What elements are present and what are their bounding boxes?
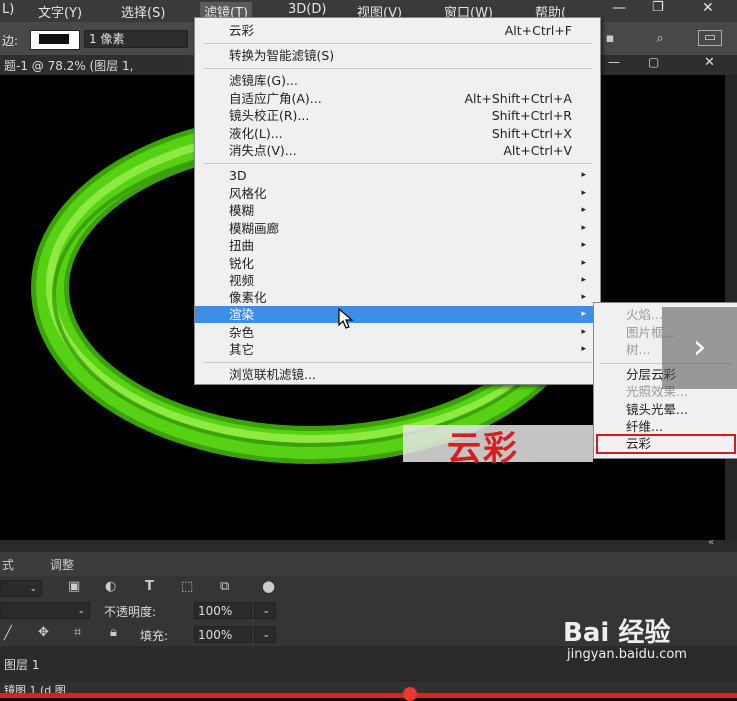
align-icon[interactable]: ▪: [600, 30, 620, 48]
document-title: 题-1 @ 78.2% (图层 1,: [4, 59, 134, 73]
annotation-label: 云彩: [403, 425, 593, 469]
menu-item-browse-online[interactable]: 浏览联机滤镜...: [195, 366, 600, 383]
layer-filter-row: ⌄ ▣ ◐ T ⬚ ⧉ ●: [0, 576, 737, 600]
menu-item-noise[interactable]: 杂色 ▸: [195, 324, 600, 341]
submenu-arrow-icon: ▸: [581, 170, 586, 180]
progress-knob[interactable]: [403, 687, 417, 701]
blend-mode-dropdown[interactable]: ⌄: [0, 602, 90, 619]
menu-item-filter-gallery[interactable]: 滤镜库(G)...: [195, 72, 600, 89]
next-slide-button[interactable]: ›: [662, 307, 737, 389]
stroke-label: 边:: [2, 34, 19, 48]
close-icon[interactable]: ✕: [702, 0, 714, 16]
menu-type[interactable]: 文字(Y): [38, 2, 82, 21]
move-lock-icon[interactable]: ✥: [38, 625, 49, 640]
menu-select[interactable]: 选择(S): [121, 2, 165, 21]
menu-item-clouds-last[interactable]: 云彩 Alt+Ctrl+F: [195, 22, 600, 39]
submenu-arrow-icon: ▸: [581, 188, 586, 198]
filter-toggle-icon[interactable]: ●: [262, 577, 275, 595]
fill-field[interactable]: 100%: [194, 626, 252, 643]
panel-collapse-bar[interactable]: «: [0, 537, 737, 552]
submenu-item-fibers[interactable]: 纤维...: [594, 418, 737, 435]
fill-label: 填充:: [140, 629, 169, 643]
minimize-icon[interactable]: —: [612, 0, 626, 16]
submenu-arrow-icon: ▸: [581, 240, 586, 250]
menu-item-other[interactable]: 其它 ▸: [195, 341, 600, 358]
panel-tabs: 式 调整: [0, 552, 737, 576]
opacity-dropdown[interactable]: ⌄: [254, 602, 276, 619]
submenu-arrow-icon: ▸: [581, 275, 586, 285]
lock-all-icon[interactable]: 🔒︎: [110, 625, 117, 640]
tab-adjustments[interactable]: 调整: [50, 556, 74, 573]
brush-icon[interactable]: ╱: [4, 626, 12, 641]
menu-item-blur-gallery[interactable]: 模糊画廊 ▸: [195, 220, 600, 237]
restore-icon[interactable]: ❐: [652, 0, 664, 15]
submenu-item-clouds[interactable]: 云彩: [596, 434, 736, 454]
submenu-item-lens-flare[interactable]: 镜头光晕...: [594, 401, 737, 418]
menu-item-blur[interactable]: 模糊 ▸: [195, 202, 600, 219]
filter-kind-dropdown[interactable]: ⌄: [0, 580, 42, 597]
smart-object-filter-icon[interactable]: ⧉: [220, 579, 229, 594]
image-filter-icon[interactable]: ▣: [68, 579, 80, 594]
filter-menu: 云彩 Alt+Ctrl+F 转换为智能滤镜(S) 滤镜库(G)... 自适应广角(…: [194, 17, 601, 385]
submenu-arrow-icon: ▸: [581, 223, 586, 233]
fill-dropdown[interactable]: ⌄: [254, 626, 276, 643]
artboard-lock-icon[interactable]: ⌗: [74, 625, 81, 640]
menu-item-render[interactable]: 渲染 ▸: [195, 306, 600, 323]
collapse-icon[interactable]: «: [708, 537, 714, 548]
stroke-color-swatch[interactable]: [30, 30, 80, 50]
video-progress-bar[interactable]: [0, 693, 737, 698]
menu-separator: [203, 68, 592, 69]
menu-item-stylize[interactable]: 风格化 ▸: [195, 185, 600, 202]
adjustment-filter-icon[interactable]: ◐: [105, 579, 116, 594]
menu-item-liquify[interactable]: 液化(L)... Shift+Ctrl+X: [195, 125, 600, 142]
workspace-icon[interactable]: ▭: [698, 30, 722, 46]
menu-item-distort[interactable]: 扭曲 ▸: [195, 237, 600, 254]
baidu-watermark: Bai 经验 jingyan.baidu.com: [553, 612, 737, 672]
opacity-label: 不透明度:: [104, 605, 157, 619]
menu-item-3d[interactable]: 3D ▸: [195, 167, 600, 184]
submenu-arrow-icon: ▸: [581, 327, 586, 337]
submenu-arrow-icon: ▸: [581, 309, 586, 319]
shape-filter-icon[interactable]: ⬚: [181, 579, 193, 594]
doc-close-icon[interactable]: ✕: [704, 55, 715, 70]
chevron-right-icon: ›: [692, 327, 707, 367]
annotation-text: 云彩: [447, 429, 519, 469]
submenu-arrow-icon: ▸: [581, 344, 586, 354]
menu-separator: [203, 362, 592, 363]
search-icon[interactable]: ⌕: [650, 30, 670, 48]
submenu-arrow-icon: ▸: [581, 258, 586, 268]
menu-item-sharpen[interactable]: 锐化 ▸: [195, 255, 600, 272]
menu-item-lens-correction[interactable]: 镜头校正(R)... Shift+Ctrl+R: [195, 107, 600, 124]
menu-3d[interactable]: 3D(D): [288, 2, 326, 17]
layer-name: 图层 1: [4, 658, 40, 672]
submenu-arrow-icon: ▸: [581, 205, 586, 215]
menu-separator: [203, 43, 592, 44]
stroke-width-field[interactable]: 1 像素: [84, 30, 188, 48]
menu-separator: [203, 163, 592, 164]
menu-edit[interactable]: L): [2, 2, 14, 17]
doc-minimize-icon[interactable]: —: [608, 55, 620, 69]
submenu-arrow-icon: ▸: [581, 292, 586, 302]
watermark-brand: Bai 经验: [563, 618, 671, 648]
menu-item-vanishing-point[interactable]: 消失点(V)... Alt+Ctrl+V: [195, 142, 600, 159]
menu-item-adaptive-wide-angle[interactable]: 自适应广角(A)... Alt+Shift+Ctrl+A: [195, 90, 600, 107]
tab-styles[interactable]: 式: [2, 556, 14, 573]
doc-restore-icon[interactable]: ▢: [648, 55, 659, 69]
menu-item-pixelate[interactable]: 像素化 ▸: [195, 289, 600, 306]
menu-item-video[interactable]: 视频 ▸: [195, 272, 600, 289]
opacity-field[interactable]: 100%: [194, 602, 252, 619]
menu-item-convert-smart[interactable]: 转换为智能滤镜(S): [195, 47, 600, 64]
mouse-cursor-icon: [338, 308, 354, 329]
watermark-url: jingyan.baidu.com: [567, 647, 687, 662]
type-filter-icon[interactable]: T: [145, 579, 154, 594]
